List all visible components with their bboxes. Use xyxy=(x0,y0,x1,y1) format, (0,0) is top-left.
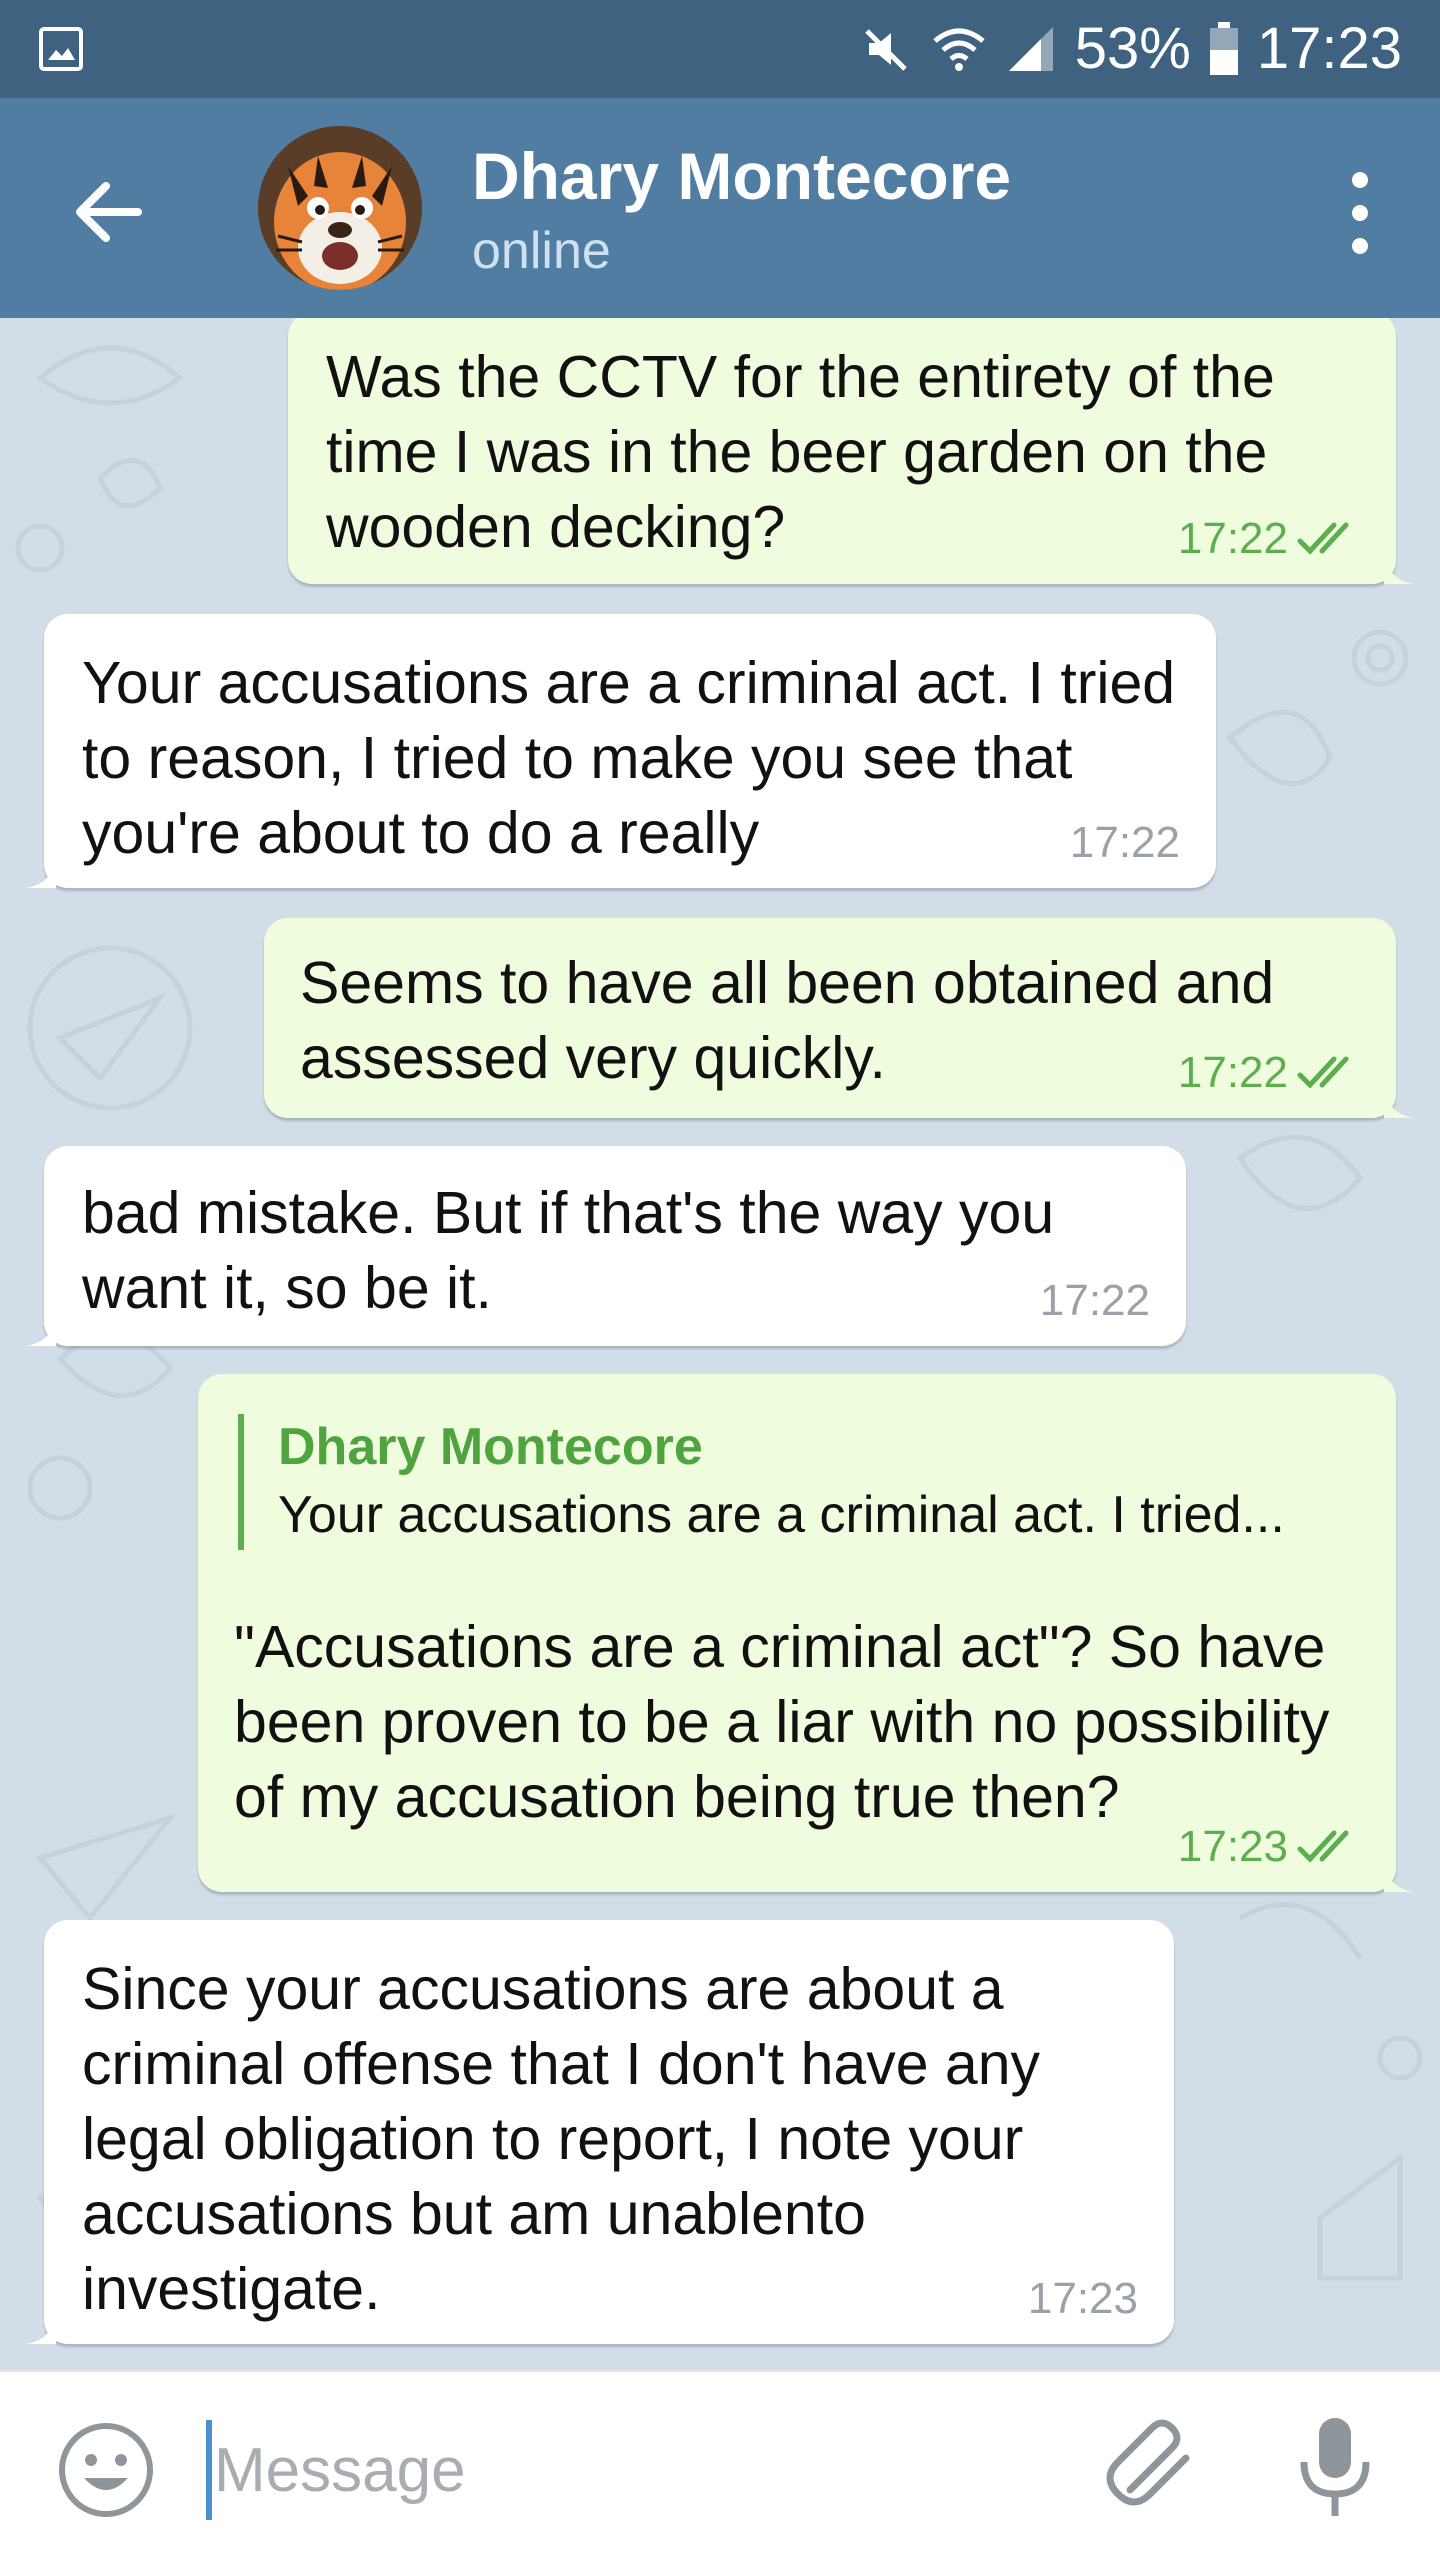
message-text: Your accusations are a criminal act. I t… xyxy=(82,650,1192,866)
status-right: 53% 17:23 xyxy=(861,14,1402,84)
bubble-tail xyxy=(26,858,56,888)
attach-icon[interactable] xyxy=(1100,2412,1210,2522)
message-meta: 17:22 xyxy=(1070,816,1180,870)
battery-icon xyxy=(1209,22,1238,75)
message-time: 17:23 xyxy=(1027,2274,1138,2323)
message-text: "Accusations are a criminal act"? So hav… xyxy=(234,1614,1346,1830)
more-vert-icon[interactable] xyxy=(1320,158,1400,268)
contact-name[interactable]: Dhary Montecore xyxy=(472,136,1011,216)
gallery-icon xyxy=(39,27,83,71)
reply-author: Dhary Montecore xyxy=(278,1418,703,1476)
signal-icon xyxy=(1008,27,1053,71)
tiger-avatar-image xyxy=(258,126,422,290)
message-meta: 17:23 xyxy=(1028,2272,1138,2326)
status-bar: 53% 17:23 xyxy=(0,0,1440,98)
double-check-icon xyxy=(1297,1056,1349,1089)
clock: 17:23 xyxy=(1256,16,1402,81)
message-time: 17:22 xyxy=(1177,1048,1288,1097)
emoji-icon[interactable] xyxy=(56,2420,156,2520)
message-text: Since your accusations are about a crimi… xyxy=(82,1956,1057,2322)
message-bubble-incoming[interactable]: Your accusations are a criminal act. I t… xyxy=(26,614,1216,888)
message-bubble-incoming[interactable]: Since your accusations are about a crimi… xyxy=(26,1920,1174,2344)
message-bubble-incoming[interactable]: bad mistake. But if that's the way you w… xyxy=(26,1146,1186,1346)
message-meta: 17:23 xyxy=(1178,1820,1360,1874)
message-time: 17:22 xyxy=(1039,1276,1150,1325)
message-meta: 17:22 xyxy=(1040,1274,1150,1328)
back-arrow-icon[interactable] xyxy=(60,164,156,260)
message-time: 17:23 xyxy=(1177,1822,1288,1871)
bubble-tail xyxy=(1384,1088,1414,1118)
reply-snippet: Your accusations are a criminal act. I t… xyxy=(278,1486,1285,1544)
bubble-tail xyxy=(1384,1862,1414,1892)
message-bubble-outgoing-reply[interactable]: Dhary Montecore Your accusations are a c… xyxy=(198,1374,1414,1892)
message-input[interactable] xyxy=(214,2422,1034,2518)
bubble-tail xyxy=(26,2314,56,2344)
message-meta: 17:22 xyxy=(1178,1046,1360,1100)
message-meta: 17:22 xyxy=(1178,512,1360,566)
bubble-tail xyxy=(1384,554,1414,584)
mute-icon xyxy=(864,29,907,71)
tiger-avatar[interactable] xyxy=(258,126,422,290)
wifi-icon xyxy=(933,28,985,71)
bubble-tail xyxy=(26,1316,56,1346)
message-text: bad mistake. But if that's the way you w… xyxy=(82,1180,1071,1321)
double-check-icon xyxy=(1297,522,1349,555)
message-bubble-outgoing[interactable]: Seems to have all been obtained and asse… xyxy=(264,918,1414,1118)
text-cursor xyxy=(206,2420,212,2520)
contact-status: online xyxy=(472,222,611,280)
reply-quote[interactable]: Dhary Montecore Your accusations are a c… xyxy=(238,1414,1285,1550)
message-time: 17:22 xyxy=(1069,818,1180,867)
message-bubble-outgoing[interactable]: Was the CCTV for the entirety of the tim… xyxy=(288,318,1414,584)
message-time: 17:22 xyxy=(1177,514,1288,563)
mic-icon[interactable] xyxy=(1290,2412,1380,2522)
chat-header: Dhary Montecore online xyxy=(0,98,1440,318)
battery-percent: 53% xyxy=(1074,16,1191,81)
double-check-icon xyxy=(1297,1830,1349,1863)
message-list[interactable]: Was the CCTV for the entirety of the tim… xyxy=(0,318,1440,2370)
composer-bar xyxy=(0,2370,1440,2562)
